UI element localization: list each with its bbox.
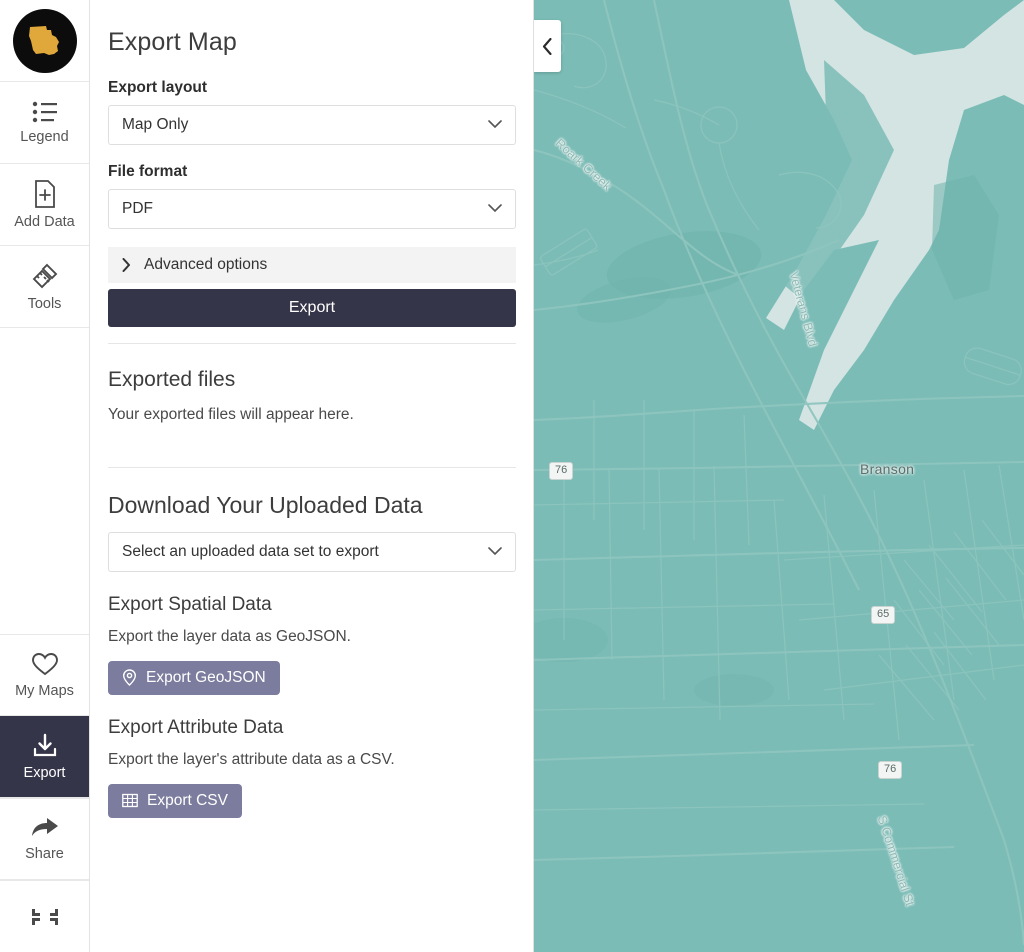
sidebar-item-export[interactable]: Export (0, 716, 89, 798)
file-plus-icon (34, 179, 55, 208)
sidebar-item-tools[interactable]: Tools (0, 246, 89, 328)
export-attribute-data-heading: Export Attribute Data (108, 716, 284, 738)
app-logo[interactable] (0, 0, 89, 82)
fullscreen-toggle[interactable] (0, 880, 89, 952)
sidebar-item-add-data[interactable]: Add Data (0, 164, 89, 246)
sidebar-item-tools-label: Tools (27, 295, 62, 312)
export-csv-button-label: Export CSV (147, 791, 228, 809)
share-icon (31, 818, 58, 837)
chevron-left-icon (542, 37, 552, 55)
sidebar-item-share-label: Share (25, 846, 64, 863)
tools-icon (32, 263, 57, 289)
export-layout-label: Export layout (108, 79, 208, 96)
map-canvas[interactable]: Branson Roark Creek Veterans Blvd S Comm… (534, 0, 1024, 952)
missouri-shape-icon (28, 25, 59, 55)
sidebar-item-add-data-label: Add Data (14, 213, 75, 230)
export-layout-select[interactable]: Map Only (108, 105, 516, 145)
collapse-panel-button[interactable] (534, 20, 561, 72)
collapse-fullscreen-icon (31, 908, 58, 925)
sidebar-item-legend[interactable]: Legend (0, 82, 89, 164)
app-root: Legend Add Data Tools My Maps Export Sha… (0, 0, 1024, 952)
export-geojson-button-label: Export GeoJSON (146, 668, 266, 686)
chevron-right-icon (122, 258, 130, 272)
export-attribute-data-description: Export the layer's attribute data as a C… (108, 750, 395, 768)
export-geojson-button[interactable]: Export GeoJSON (108, 660, 280, 695)
table-icon (122, 794, 138, 808)
sidebar-item-legend-label: Legend (20, 128, 69, 145)
heart-icon (31, 652, 58, 675)
page-title: Export Map (108, 28, 237, 56)
uploaded-dataset-select[interactable]: Select an uploaded data set to export (108, 531, 516, 572)
export-layout-select-wrap: Map Only (108, 105, 516, 145)
list-icon (32, 101, 57, 122)
export-spatial-data-description: Export the layer data as GeoJSON. (108, 627, 351, 645)
file-format-select-wrap: PDF (108, 189, 516, 229)
export-csv-button[interactable]: Export CSV (108, 783, 242, 818)
advanced-options-label: Advanced options (144, 256, 268, 273)
rail-spacer (0, 328, 89, 634)
missouri-state-logo (12, 8, 77, 73)
download-icon (33, 733, 56, 756)
uploaded-dataset-select-wrap: Select an uploaded data set to export (108, 531, 516, 572)
exported-files-heading: Exported files (108, 368, 236, 391)
export-panel: Export Map Export layout Map Only File f… (90, 0, 534, 952)
left-icon-rail: Legend Add Data Tools My Maps Export Sha… (0, 0, 90, 952)
export-spatial-data-heading: Export Spatial Data (108, 593, 272, 615)
map-place-label-branson: Branson (860, 461, 915, 477)
panel-divider-1 (108, 343, 516, 344)
map-pin-icon (122, 669, 137, 687)
download-uploaded-data-heading: Download Your Uploaded Data (108, 491, 423, 518)
exported-files-empty-text: Your exported files will appear here. (108, 406, 354, 423)
file-format-select[interactable]: PDF (108, 189, 516, 229)
sidebar-item-my-maps[interactable]: My Maps (0, 634, 89, 716)
advanced-options-toggle[interactable]: Advanced options (108, 247, 516, 283)
map-highway-shield-65: 65 (871, 606, 896, 625)
sidebar-item-my-maps-label: My Maps (15, 682, 74, 699)
export-button[interactable]: Export (108, 289, 516, 327)
map-highway-shield-76-south: 76 (878, 761, 903, 780)
map-highway-shield-76-north: 76 (549, 462, 574, 481)
map-basemap (534, 0, 1024, 952)
sidebar-item-share[interactable]: Share (0, 798, 89, 880)
sidebar-item-export-label: Export (23, 764, 66, 781)
file-format-label: File format (108, 163, 188, 180)
panel-divider-2 (108, 466, 516, 468)
